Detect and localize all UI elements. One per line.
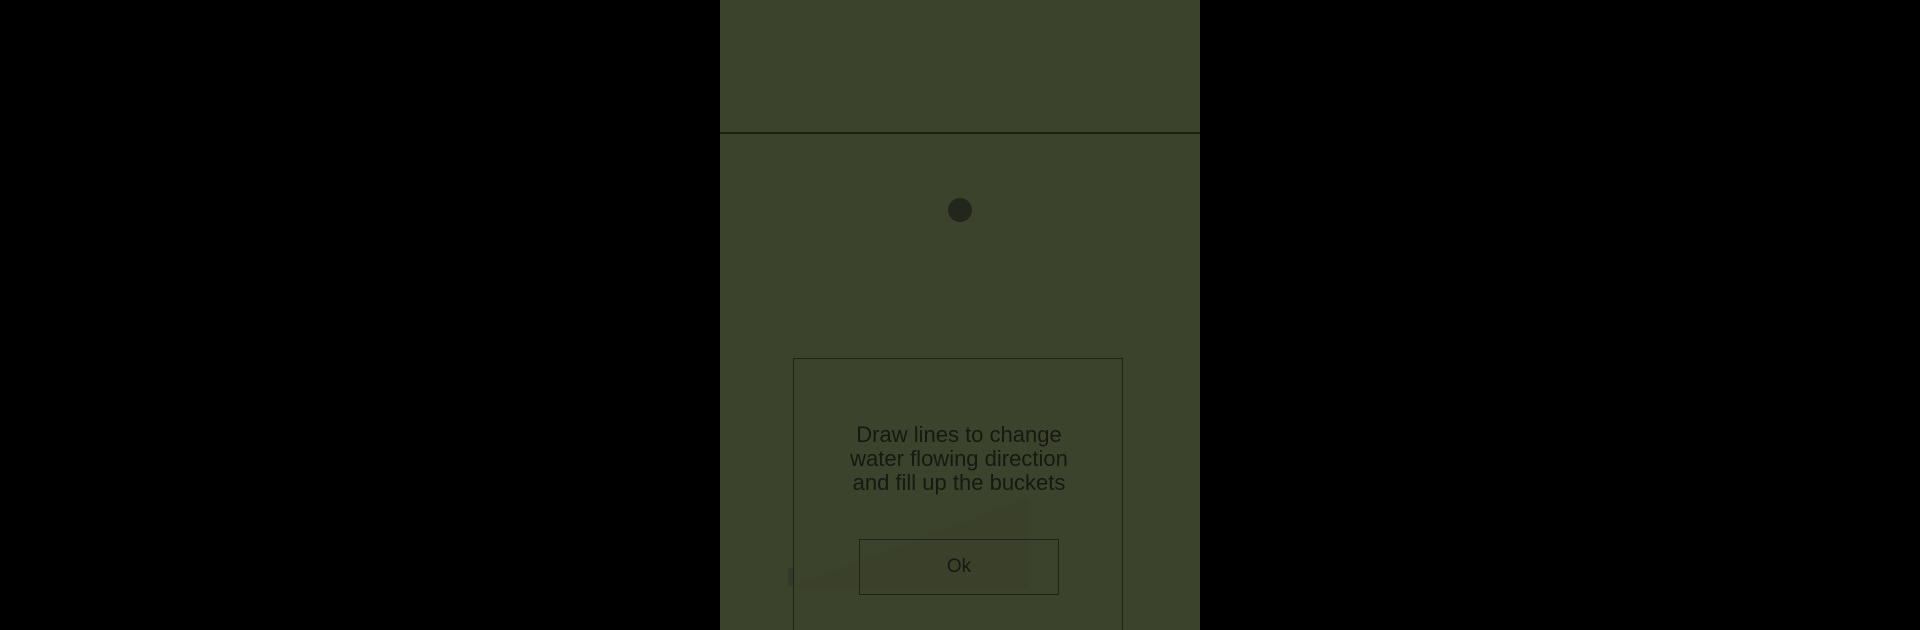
water-drop <box>948 198 972 222</box>
game-canvas[interactable]: Draw lines to change water flowing direc… <box>720 0 1200 630</box>
tutorial-message: Draw lines to change water flowing direc… <box>850 422 1068 495</box>
spout-line <box>720 132 1200 134</box>
ok-button[interactable]: Ok <box>859 539 1059 595</box>
screen: Draw lines to change water flowing direc… <box>0 0 1920 630</box>
tutorial-dialog: Draw lines to change water flowing direc… <box>793 358 1123 630</box>
